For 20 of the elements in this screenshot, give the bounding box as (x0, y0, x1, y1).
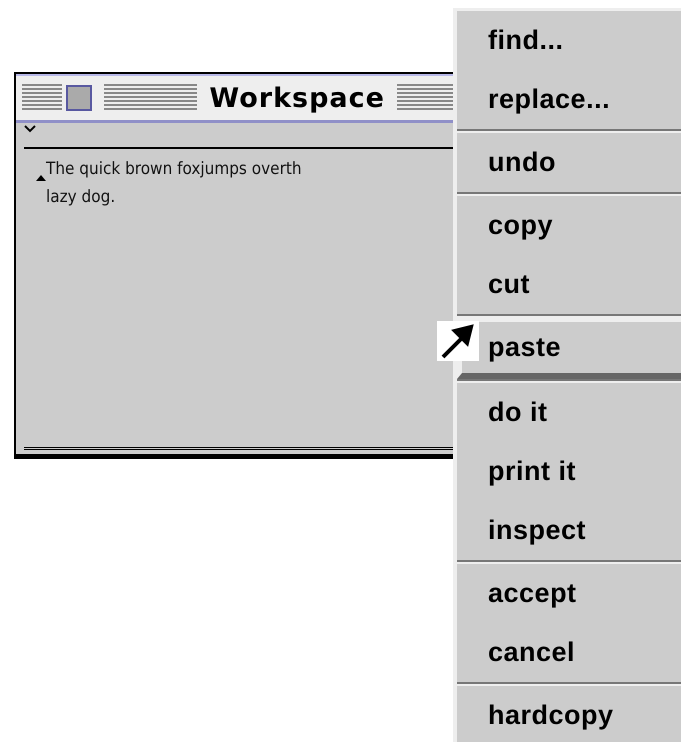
menu-item[interactable]: paste (457, 318, 681, 379)
title-stripes (22, 84, 62, 112)
window-title: Workspace (209, 82, 385, 114)
menu-item[interactable]: cancel (457, 623, 681, 682)
title-stripes (396, 84, 453, 112)
chevron-down-icon[interactable] (24, 125, 36, 133)
menu-item[interactable]: hardcopy (457, 686, 681, 742)
menu-item[interactable]: print it (457, 442, 681, 501)
close-box[interactable] (66, 85, 92, 111)
menu-item[interactable]: accept (457, 564, 681, 623)
text-line: The quick brown foxjumps overth (46, 158, 303, 181)
caret-icon (36, 175, 46, 181)
text-line: lazy dog. (46, 186, 116, 209)
menu-item[interactable]: find... (457, 11, 681, 70)
menu-item[interactable]: copy (457, 196, 681, 255)
menu-item[interactable]: inspect (457, 501, 681, 560)
menu-item[interactable]: do it (457, 383, 681, 442)
menu-item[interactable]: cut (457, 255, 681, 314)
menu-item[interactable]: undo (457, 133, 681, 192)
menu-item[interactable]: replace... (457, 70, 681, 129)
